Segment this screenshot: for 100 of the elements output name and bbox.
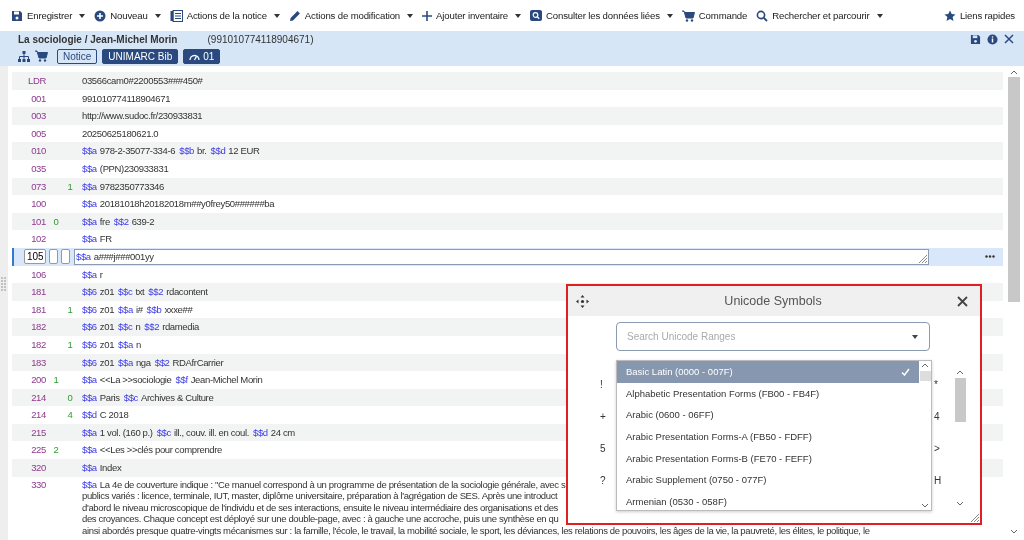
indicator: 1	[53, 374, 59, 386]
toolbar-button[interactable]: Consulter les données liées	[527, 8, 676, 23]
resize-grip-icon[interactable]	[970, 513, 979, 522]
scroll-up-icon[interactable]	[1010, 70, 1018, 75]
subfield-code: $$a	[82, 462, 97, 474]
subfield-value: rdacontent	[166, 286, 208, 298]
close-icon[interactable]	[957, 295, 968, 307]
scroll-down-icon[interactable]	[1010, 529, 1018, 534]
record-id: (991010774118904671)	[207, 33, 314, 45]
subfield-value: 1 vol. (160 p.)	[99, 426, 153, 438]
subfield-code: $$d	[252, 426, 268, 438]
subfield-code: $$d	[210, 145, 226, 157]
subfield-code: $$d	[82, 409, 97, 421]
field-tag: 035	[31, 162, 46, 174]
save-icon	[11, 9, 23, 22]
subfield-code: $$2	[148, 286, 164, 298]
plus-circle-icon	[94, 9, 107, 22]
subfield-value: ill., couv. ill. en coul.	[173, 426, 249, 438]
subfield-code: $$a	[82, 374, 97, 386]
toolbar-button[interactable]: Actions de la notice	[166, 7, 283, 24]
field-editor[interactable]: $$a a###j###001yy	[74, 248, 929, 265]
symbol[interactable]: *	[934, 376, 942, 393]
subfield-value: i#	[135, 303, 143, 315]
text-line: d'abord le niveau microscopique de l'individu et de ses interactions, ensuite le niveau intermédiaire des organisations et des	[82, 501, 558, 513]
symbol[interactable]: +	[600, 408, 606, 425]
save-icon[interactable]	[970, 33, 981, 45]
scrollbar[interactable]	[954, 370, 966, 506]
scroll-thumb[interactable]	[919, 371, 931, 381]
subfield-value: z01	[99, 286, 115, 298]
toolbar-button[interactable]: Commande	[678, 7, 751, 24]
info-icon[interactable]	[987, 33, 998, 45]
subfield-value: r	[99, 268, 103, 280]
scroll-thumb[interactable]	[954, 378, 966, 422]
tag-input[interactable]: 105	[24, 249, 46, 265]
subfield-value: 9782350773346	[99, 180, 164, 192]
toolbar-button[interactable]: Rechercher et parcourir	[753, 7, 886, 24]
subfield-code: $$a	[82, 180, 97, 192]
more-button[interactable]	[983, 253, 997, 261]
toolbar-button[interactable]: Nouveau	[91, 7, 164, 24]
symbol[interactable]: !	[600, 376, 606, 393]
toolbar-button[interactable]: Enregistrer	[8, 7, 89, 24]
subfield-code: $$6	[82, 338, 97, 350]
search-field[interactable]: Search Unicode Ranges	[616, 322, 930, 351]
subfield-value: 24 cm	[270, 426, 295, 438]
cart-icon	[681, 9, 695, 22]
quick-links-button[interactable]: Liens rapides	[940, 7, 1018, 24]
symbol[interactable]: ?	[600, 472, 606, 489]
symbol[interactable]: H	[934, 472, 942, 489]
text-line: ainsi abordés presque quatre-vingts mécanismes sur : la famille, l'école, le travail, la mobilité sociale, le sport, les déviances, les relations de pouvoirs, les âges de la vie, la pauvreté, les élites, le politique, le	[82, 524, 870, 536]
indicator-input[interactable]	[61, 249, 70, 265]
subfield-code: $$a	[118, 338, 133, 350]
field-tag: 181	[31, 286, 46, 298]
range-option[interactable]: Arabic Presentation Forms-A (FB50 - FDFF)	[617, 425, 919, 448]
hierarchy-icon[interactable]	[18, 50, 30, 62]
toolbar-button[interactable]: Ajouter inventaire	[419, 8, 525, 23]
symbol[interactable]: 5	[600, 440, 606, 457]
subfield-value: <<Les >>clés pour comprendre	[99, 444, 223, 456]
toolbar-button[interactable]: Actions de modification	[285, 7, 417, 24]
symbol[interactable]: 4	[934, 408, 942, 425]
subfield-value: xxxe##	[164, 303, 193, 315]
scrollbar[interactable]	[919, 361, 931, 510]
subfield-value: La 4e de couverture indique : "Ce manuel correspond à un programme de présentation de la sociologie générale, avec s	[99, 478, 566, 490]
subfield-code: $$c	[118, 321, 133, 333]
subfield-code: $$b	[146, 303, 162, 315]
range-option[interactable]: Arabic Presentation Forms-B (FE70 - FEFF)	[617, 447, 919, 469]
scroll-up-icon[interactable]	[921, 363, 929, 368]
subfield-value: Index	[99, 462, 122, 474]
range-option[interactable]: Alphabetic Presentation Forms (FB00 - FB4F)	[617, 382, 919, 405]
move-icon[interactable]	[576, 294, 589, 308]
indicator: 0	[67, 391, 73, 403]
field-tag: 182	[31, 321, 46, 333]
field-tag: 200	[31, 374, 46, 386]
subfield-value: C 2018	[99, 409, 129, 421]
subfield-code: $$a	[82, 145, 97, 157]
subfield-value: Archives & Culture	[141, 391, 214, 403]
scroll-down-icon[interactable]	[921, 503, 929, 508]
field-value: 991010774118904671	[82, 92, 171, 104]
cart-icon[interactable]	[35, 50, 48, 62]
subfield-value: fre	[99, 215, 110, 227]
scroll-thumb[interactable]	[1008, 77, 1020, 302]
subfield-value: Jean-Michel Morin	[190, 374, 263, 386]
check-icon	[901, 367, 910, 376]
subfield-code: $$c	[156, 426, 171, 438]
subfield-value: 12 EUR	[228, 145, 260, 157]
resize-grip-icon[interactable]	[918, 253, 927, 263]
subfield-code: $$6	[82, 286, 97, 298]
range-option[interactable]: Arabic Supplement (0750 - 077F)	[617, 468, 919, 491]
range-option[interactable]: Arabic (0600 - 06FF)	[617, 404, 919, 426]
field-value: 20250625180621.0	[82, 127, 159, 139]
indicator-input[interactable]	[49, 249, 58, 265]
field-tag: 073	[31, 180, 46, 192]
range-option[interactable]: Armenian (0530 - 058F)	[617, 490, 919, 510]
scroll-down-icon[interactable]	[956, 501, 964, 506]
close-icon[interactable]	[1004, 34, 1014, 44]
drag-handle-icon[interactable]	[1, 277, 6, 291]
subfield-code: $$2	[154, 356, 170, 368]
subfield-code: $$a	[82, 268, 97, 280]
symbol[interactable]: >	[934, 440, 942, 457]
selected-field-row[interactable]: 105 $$a a###j###001yy	[12, 247, 1003, 266]
scroll-up-icon[interactable]	[956, 370, 964, 375]
